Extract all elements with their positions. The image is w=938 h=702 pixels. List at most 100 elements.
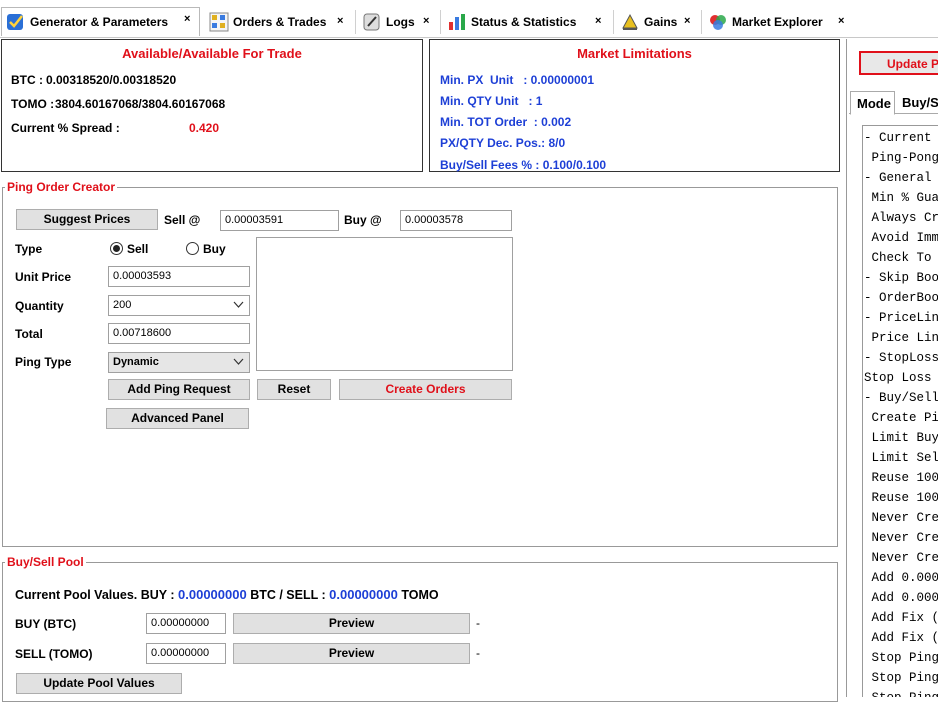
update-parameters-button[interactable]: Update P: [859, 51, 938, 75]
tree-item[interactable]: Add 0.000: [864, 571, 938, 585]
tree-item[interactable]: Limit Buy: [864, 431, 938, 445]
tree-item[interactable]: - Skip Boo: [864, 271, 938, 285]
tab-market-explorer[interactable]: Market Explorer ×: [704, 9, 854, 35]
tree-item[interactable]: Add Fix (: [864, 631, 938, 645]
tab-orders-trades[interactable]: Orders & Trades ×: [205, 9, 353, 35]
spread-label: Current % Spread :: [11, 121, 120, 135]
preview-sell-button[interactable]: Preview: [233, 643, 470, 664]
tree-item[interactable]: Add Fix (: [864, 611, 938, 625]
tree-item[interactable]: Check To: [864, 251, 932, 265]
close-icon[interactable]: ×: [684, 15, 690, 27]
tab-generator-parameters[interactable]: Generator & Parameters ×: [1, 7, 200, 36]
tab-status-statistics[interactable]: Status & Statistics ×: [443, 9, 613, 35]
market-explorer-icon: [710, 15, 726, 30]
tree-item[interactable]: - Current: [864, 131, 932, 145]
advanced-panel-button[interactable]: Advanced Panel: [106, 408, 249, 429]
buy-sell-fees: Buy/Sell Fees % : 0.100/0.100: [440, 158, 607, 172]
tree-item[interactable]: Limit Sel: [864, 451, 938, 465]
unit-price-label: Unit Price: [15, 270, 72, 284]
tab-mode[interactable]: Mode: [850, 91, 895, 115]
reset-button[interactable]: Reset: [257, 379, 331, 400]
tree-item[interactable]: - Buy/Sell: [864, 391, 938, 405]
orders-icon: [209, 12, 229, 32]
tree-item[interactable]: Never Cre: [864, 511, 938, 525]
pool-buy-input[interactable]: 0.00000000: [146, 613, 226, 634]
tree-item[interactable]: Always Cr: [864, 211, 938, 225]
total-input[interactable]: 0.00718600: [108, 323, 250, 344]
type-sell-label[interactable]: Sell: [127, 242, 148, 256]
total-label: Total: [15, 327, 43, 341]
close-icon[interactable]: ×: [838, 15, 844, 27]
sell-at-label: Sell @: [164, 213, 201, 227]
btc-value: 0.00318520/0.00318520: [46, 73, 177, 87]
tree-item[interactable]: Add 0.000: [864, 591, 938, 605]
parameters-tree[interactable]: - Current Ping-Pong - General Min % Gua A…: [862, 125, 938, 697]
pool-buy-dash: -: [476, 616, 480, 630]
available-title: Available/Available For Trade: [122, 46, 302, 61]
tab-label: Gains: [644, 15, 678, 29]
ping-type-select[interactable]: Dynamic: [108, 352, 250, 373]
type-buy-radio[interactable]: [186, 242, 199, 255]
tree-item[interactable]: Never Cre: [864, 531, 938, 545]
min-px-unit: Min. PX Unit : 0.00000001: [440, 73, 595, 87]
pool-buy-label: BUY (BTC): [15, 617, 77, 631]
ping-type-value: Dynamic: [113, 356, 159, 368]
tab-label: Market Explorer: [732, 15, 823, 29]
tomo-label: TOMO :: [11, 97, 55, 111]
pool-sell-value: 0.00000000: [329, 587, 398, 602]
tree-item[interactable]: Create Pi: [864, 411, 938, 425]
tab-buy-sell[interactable]: Buy/S: [902, 95, 938, 110]
tab-divider: [613, 10, 614, 34]
tab-divider: [440, 10, 441, 34]
sell-at-input[interactable]: 0.00003591: [220, 210, 339, 231]
pool-prefix: Current Pool Values. BUY :: [15, 588, 175, 602]
close-icon[interactable]: ×: [337, 15, 343, 27]
quantity-label: Quantity: [15, 299, 64, 313]
unit-price-input[interactable]: 0.00003593: [108, 266, 250, 287]
ping-request-list[interactable]: [256, 237, 513, 371]
tab-divider: [355, 10, 356, 34]
tree-item[interactable]: - OrderBoo: [864, 291, 938, 305]
pool-mid-text: BTC / SELL :: [250, 588, 326, 602]
add-ping-request-button[interactable]: Add Ping Request: [108, 379, 250, 400]
tree-item[interactable]: Stop Loss: [864, 371, 932, 385]
market-limitations-panel: Market Limitations Min. PX Unit : 0.0000…: [429, 39, 840, 172]
close-icon[interactable]: ×: [423, 15, 429, 27]
tree-item[interactable]: Stop Ping: [864, 691, 938, 697]
pool-suffix: TOMO: [401, 588, 439, 602]
tree-item[interactable]: - General: [864, 171, 932, 185]
buy-at-input[interactable]: 0.00003578: [400, 210, 512, 231]
tree-item[interactable]: Ping-Pong: [864, 151, 938, 165]
preview-buy-button[interactable]: Preview: [233, 613, 470, 634]
limitations-title: Market Limitations: [577, 46, 692, 61]
statistics-icon: [449, 14, 465, 30]
tab-gains[interactable]: Gains ×: [616, 9, 701, 35]
tab-label: Orders & Trades: [233, 15, 327, 29]
create-orders-button[interactable]: Create Orders: [339, 379, 512, 400]
close-icon[interactable]: ×: [595, 15, 601, 27]
suggest-prices-button[interactable]: Suggest Prices: [16, 209, 158, 230]
quantity-value: 200: [113, 299, 132, 311]
tab-logs[interactable]: Logs ×: [358, 9, 440, 35]
tree-item[interactable]: - PriceLin: [864, 311, 938, 325]
close-icon[interactable]: ×: [184, 13, 190, 25]
tree-item[interactable]: Never Cre: [864, 551, 938, 565]
type-buy-label[interactable]: Buy: [203, 242, 226, 256]
update-pool-values-button[interactable]: Update Pool Values: [16, 673, 182, 694]
tab-label: Status & Statistics: [471, 15, 577, 29]
tree-item[interactable]: Reuse 100: [864, 491, 938, 505]
tree-item[interactable]: Avoid Imm: [864, 231, 938, 245]
tree-item[interactable]: Reuse 100: [864, 471, 938, 485]
tree-item[interactable]: Stop Ping: [864, 651, 938, 665]
tree-item[interactable]: Price Lin: [864, 331, 938, 345]
chevron-down-icon: [233, 301, 244, 308]
pool-sell-dash: -: [476, 646, 480, 660]
type-sell-radio[interactable]: [110, 242, 123, 255]
tree-item[interactable]: Stop Ping: [864, 671, 938, 685]
pool-sell-label: SELL (TOMO): [15, 647, 93, 661]
pool-sell-input[interactable]: 0.00000000: [146, 643, 226, 664]
quantity-select[interactable]: 200: [108, 295, 250, 316]
tree-item[interactable]: Min % Gua: [864, 191, 938, 205]
spread-value: 0.420: [189, 121, 220, 135]
tree-item[interactable]: - StopLoss: [864, 351, 938, 365]
